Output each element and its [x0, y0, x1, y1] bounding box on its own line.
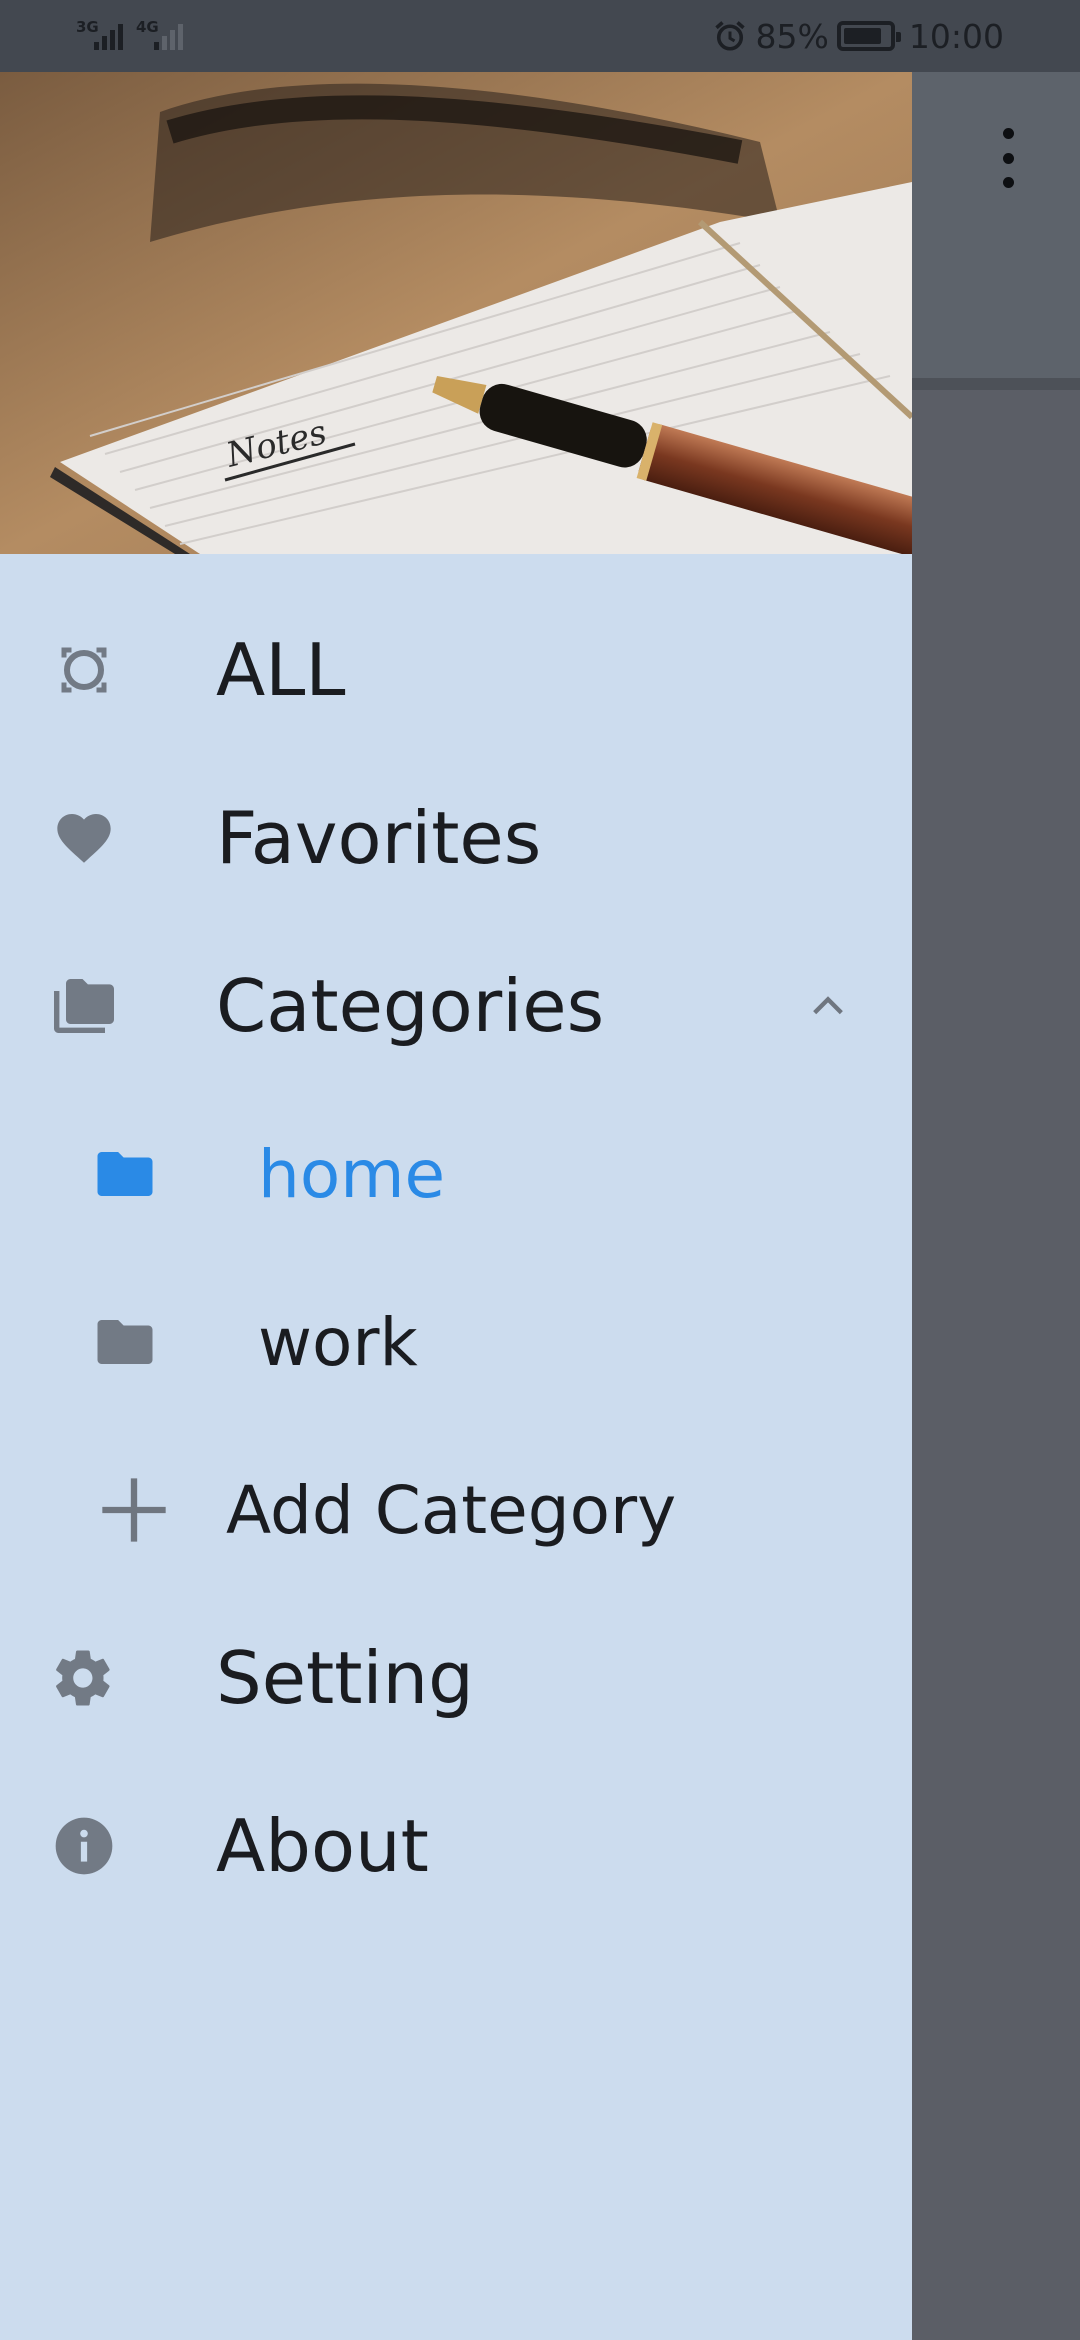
- drawer-item-category-work[interactable]: work: [0, 1262, 912, 1422]
- battery-icon: [836, 21, 901, 51]
- app-bar-peek: [912, 72, 1080, 380]
- gear-icon: [50, 1645, 116, 1711]
- drawer-item-category-home[interactable]: home: [0, 1094, 912, 1254]
- folder-icon: [92, 1141, 158, 1207]
- info-icon: [50, 1812, 118, 1880]
- heart-icon: [52, 806, 116, 870]
- drawer-header-image: Notes: [0, 72, 912, 554]
- folder-icon: [92, 1309, 158, 1375]
- battery-percent: 85%: [755, 16, 829, 56]
- drawer-item-favorites[interactable]: Favorites: [0, 758, 912, 918]
- status-bar: 3G 4G 85% 10:00: [0, 0, 1080, 72]
- all-notes-icon: [54, 640, 114, 700]
- plus-icon: [96, 1472, 172, 1548]
- drawer-item-all[interactable]: ALL: [0, 590, 912, 750]
- drawer-item-categories[interactable]: Categories: [0, 926, 912, 1086]
- chevron-up-icon[interactable]: [808, 986, 848, 1026]
- overflow-menu-icon[interactable]: [996, 128, 1020, 188]
- drawer-item-about[interactable]: About: [0, 1766, 912, 1926]
- app-bar-shadow: [912, 378, 1080, 390]
- alarm-icon: [714, 21, 745, 51]
- signal-4g-icon: 4G: [136, 18, 183, 50]
- clock: 10:00: [908, 16, 1004, 56]
- signal-3g-icon: 3G: [76, 18, 123, 50]
- navigation-drawer: Notes ALL Favorites Categories home work…: [0, 72, 912, 2340]
- folders-icon: [48, 970, 120, 1042]
- drawer-item-setting[interactable]: Setting: [0, 1598, 912, 1758]
- add-category-button[interactable]: Add Category: [0, 1430, 912, 1590]
